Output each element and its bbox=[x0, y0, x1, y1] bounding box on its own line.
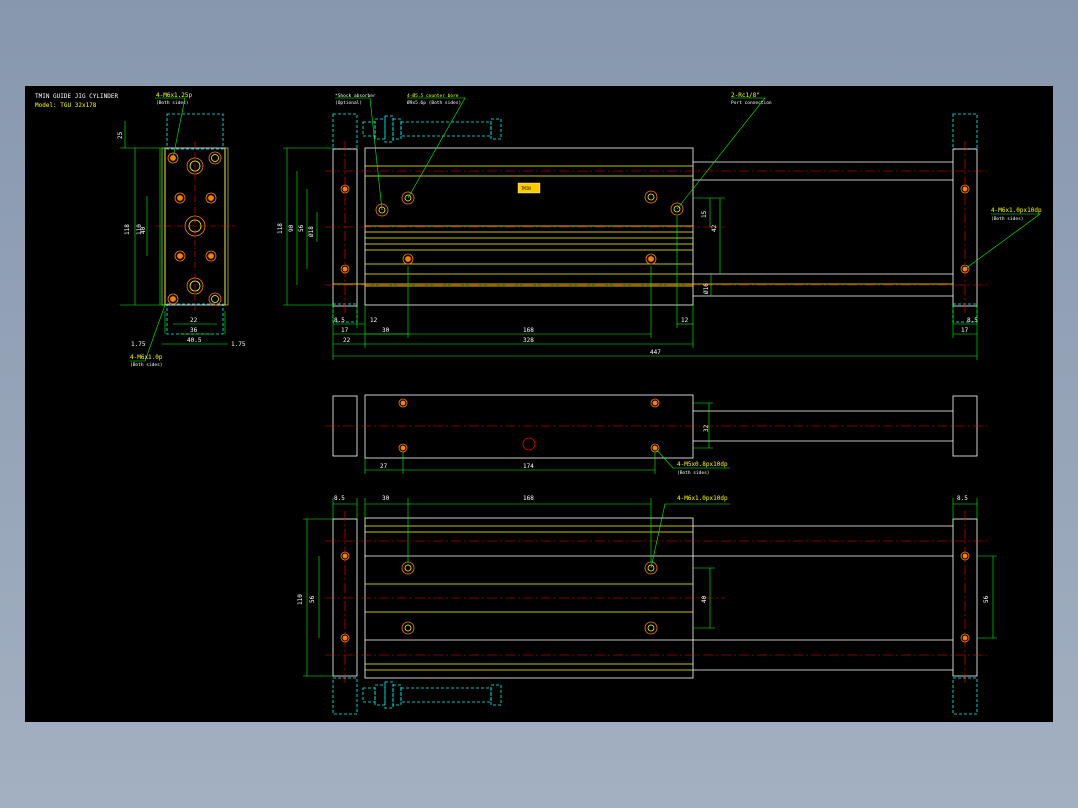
dim-front-168: 168 bbox=[523, 327, 534, 334]
dim-bot-110: 110 bbox=[297, 594, 304, 605]
dim-front-18: Ø18 bbox=[308, 226, 315, 237]
dim-front-42: 42 bbox=[711, 224, 718, 232]
dim-front-12a: 12 bbox=[370, 317, 378, 324]
dim-front-15: 15 bbox=[701, 210, 708, 218]
dim-front-118: 118 bbox=[277, 223, 284, 234]
side-view: 25 118 110 40 22 36 40.5 1.75 1.75 4-M6x… bbox=[117, 92, 246, 368]
label-tap-top-left: 4-M6x1.25p bbox=[156, 92, 193, 99]
label-tap-bottom-left-sub: (Both sides) bbox=[130, 362, 163, 368]
dim-bot-56r: 56 bbox=[983, 595, 990, 603]
dim-side-1-75b: 1.75 bbox=[231, 341, 246, 348]
dim-front-8-5: 8.5 bbox=[334, 317, 345, 324]
cad-viewport[interactable]: TMIN GUIDE JIG CYLINDER Model: TGU 32x17… bbox=[25, 86, 1053, 722]
front-view: TMIN 118 90 56 Ø18 15 42 Ø16 8.5 12 17 3… bbox=[277, 92, 1042, 360]
dim-front-17r: 17 bbox=[961, 327, 969, 334]
dim-bot-8-5r: 8.5 bbox=[957, 495, 968, 502]
dim-front-12b: 12 bbox=[681, 317, 689, 324]
dim-side-22: 22 bbox=[190, 317, 198, 324]
bottom-view: 8.5 30 168 8.5 110 56 40 56 4-M6x1.0px10… bbox=[297, 495, 997, 715]
label-tap-bottom: 4-M6x1.0px10dp bbox=[677, 495, 728, 502]
dim-front-22: 22 bbox=[343, 337, 351, 344]
label-counter-bore-sub: Ø9x5.6p (Both sides) bbox=[407, 99, 461, 106]
dim-side-40: 40 bbox=[140, 226, 147, 234]
label-tap-mid-sub: (Both sides) bbox=[677, 470, 710, 476]
label-tap-bottom-left: 4-M6x1.0p bbox=[130, 354, 163, 361]
middle-view: 32 27 174 4-M5x0.8px10dp (Both sides) bbox=[325, 394, 987, 476]
dim-front-8-5r: 8.5 bbox=[967, 317, 978, 324]
dim-mid-27: 27 bbox=[380, 463, 388, 470]
label-port-sub: Port connection bbox=[731, 100, 772, 106]
dim-front-56: 56 bbox=[298, 224, 305, 232]
label-tap-right-sub: (Both sides) bbox=[991, 216, 1024, 222]
dim-side-118: 118 bbox=[124, 224, 131, 235]
dim-front-17: 17 bbox=[341, 327, 349, 334]
label-tap-right: 4-M6x1.0px10dp bbox=[991, 207, 1042, 214]
dim-front-30: 30 bbox=[382, 327, 390, 334]
dim-bot-30: 30 bbox=[382, 495, 390, 502]
label-tap-mid: 4-M5x0.8px10dp bbox=[677, 461, 728, 468]
dim-front-16: Ø16 bbox=[703, 283, 710, 294]
label-port: 2-Rc1/8" bbox=[731, 92, 760, 99]
dim-front-90: 90 bbox=[288, 224, 295, 232]
dim-bot-8-5: 8.5 bbox=[334, 495, 345, 502]
dim-mid-174: 174 bbox=[523, 463, 534, 470]
dim-bot-40: 40 bbox=[701, 595, 708, 603]
dim-side-25: 25 bbox=[117, 131, 124, 139]
nameplate-text: TMIN bbox=[521, 186, 531, 191]
dim-side-40-5: 40.5 bbox=[187, 337, 202, 344]
dim-mid-32: 32 bbox=[703, 424, 710, 432]
dim-side-1-75a: 1.75 bbox=[131, 341, 146, 348]
dim-front-447: 447 bbox=[650, 349, 661, 356]
dim-bot-56: 56 bbox=[309, 595, 316, 603]
label-tap-top-left-sub: (Both sides) bbox=[156, 100, 189, 106]
cad-drawing: TMIN GUIDE JIG CYLINDER Model: TGU 32x17… bbox=[35, 92, 1042, 715]
drawing-title: TMIN GUIDE JIG CYLINDER bbox=[35, 93, 118, 100]
label-shock-absorber: *Shock absorber bbox=[335, 93, 376, 99]
label-shock-absorber-sub: (Optional) bbox=[335, 100, 362, 106]
drawing-model: Model: TGU 32x178 bbox=[35, 102, 97, 109]
dim-side-36: 36 bbox=[190, 327, 198, 334]
dim-front-328: 328 bbox=[523, 337, 534, 344]
dim-bot-168: 168 bbox=[523, 495, 534, 502]
label-counter-bore: 4-Ø5.5 counter bore bbox=[407, 92, 459, 99]
